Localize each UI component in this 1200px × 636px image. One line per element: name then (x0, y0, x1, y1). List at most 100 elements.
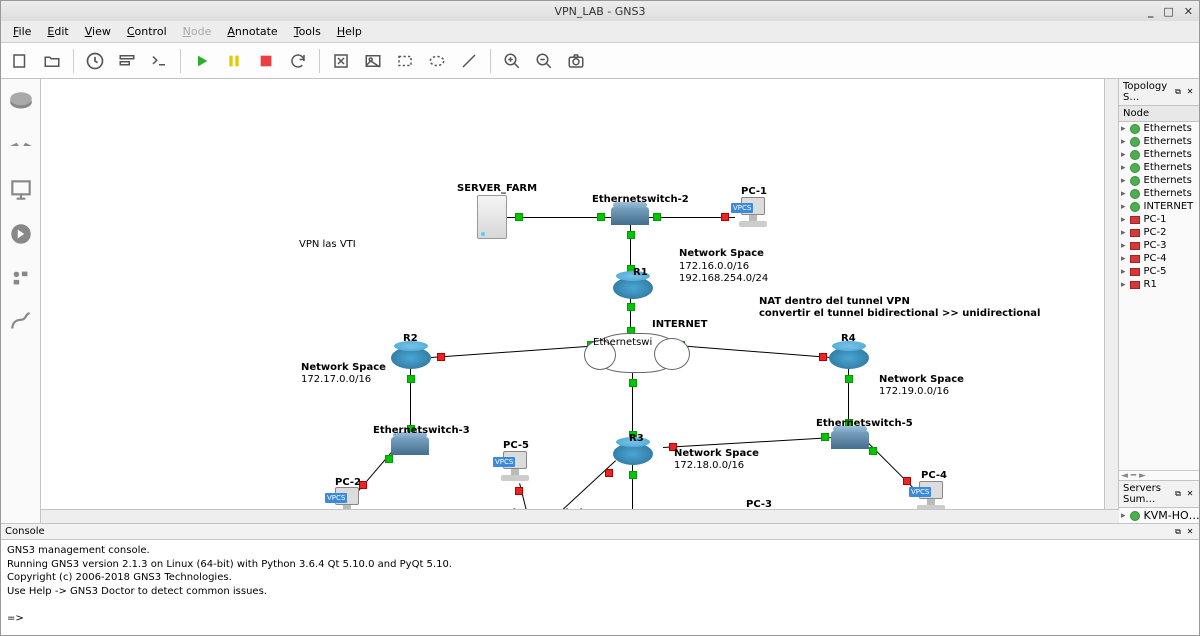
all-devices-button[interactable] (6, 263, 36, 293)
panel-close-icon[interactable]: ✕ (1185, 87, 1195, 97)
open-project-button[interactable] (39, 48, 65, 74)
device-switch[interactable] (391, 437, 429, 455)
screenshot-button[interactable] (563, 48, 589, 74)
add-image-button[interactable] (360, 48, 386, 74)
minimize-button[interactable]: _ (1148, 5, 1154, 18)
add-ellipse-button[interactable] (424, 48, 450, 74)
menu-file[interactable]: File (7, 23, 37, 40)
topology-node-item[interactable]: ▸Ethernets (1119, 187, 1199, 200)
topology-node-list[interactable]: ▸Ethernets▸Ethernets▸Ethernets▸Ethernets… (1119, 122, 1199, 470)
device-vpcs[interactable]: VPCS (329, 487, 365, 509)
topology-link[interactable] (548, 460, 616, 509)
link-port-status (653, 213, 661, 221)
link-port-status (629, 471, 637, 479)
link-port-status (629, 379, 637, 387)
zoom-out-button[interactable] (531, 48, 557, 74)
menu-view[interactable]: View (79, 23, 117, 40)
panel-close-icon[interactable]: ✕ (1185, 489, 1195, 499)
console-output[interactable]: GNS3 management console. Running GNS3 ve… (1, 540, 1199, 635)
panel-close-icon[interactable]: ✕ (1185, 527, 1195, 537)
topology-link[interactable] (663, 437, 834, 448)
device-vpcs[interactable]: VPCS (913, 481, 949, 509)
topology-link[interactable] (632, 463, 633, 509)
topology-node-item[interactable]: ▸R1 (1119, 278, 1199, 291)
menu-control[interactable]: Control (121, 23, 173, 40)
menu-help[interactable]: Help (331, 23, 368, 40)
device-toolbar (1, 79, 41, 523)
canvas-label: Ethernetswitch-6 (501, 508, 598, 509)
server-item[interactable]: ▸KVM-HO… (1119, 508, 1199, 523)
security-devices-button[interactable] (6, 219, 36, 249)
start-all-button[interactable] (189, 48, 215, 74)
servers-summary-title: Servers Sum… (1123, 483, 1173, 505)
link-port-status (597, 213, 605, 221)
show-labels-button[interactable] (114, 48, 140, 74)
topology-node-item[interactable]: ▸Ethernets (1119, 148, 1199, 161)
canvas-label: 172.17.0.0/16 (301, 374, 371, 385)
device-router[interactable] (613, 443, 653, 465)
window-titlebar: VPN_LAB - GNS3 _ □ ✕ (1, 1, 1199, 21)
device-router[interactable] (391, 347, 431, 369)
link-port-status (515, 487, 523, 495)
device-vpcs[interactable]: VPCS (497, 451, 533, 483)
add-link-button[interactable] (6, 307, 36, 337)
new-project-button[interactable] (7, 48, 33, 74)
switches-category-button[interactable] (6, 131, 36, 161)
window-title: VPN_LAB - GNS3 (554, 5, 645, 18)
topology-node-item[interactable]: ▸INTERNET (1119, 200, 1199, 213)
routers-category-button[interactable] (6, 87, 36, 117)
canvas-label: PC-4 (921, 470, 947, 481)
node-column-header: Node (1119, 106, 1199, 122)
canvas-label: 172.19.0.0/16 (879, 386, 949, 397)
device-server[interactable] (477, 195, 507, 239)
pause-all-button[interactable] (221, 48, 247, 74)
device-switch[interactable] (831, 431, 869, 449)
console-button[interactable] (146, 48, 172, 74)
canvas-label: Network Space (301, 362, 386, 373)
topology-node-item[interactable]: ▸Ethernets (1119, 122, 1199, 135)
add-note-button[interactable] (328, 48, 354, 74)
device-switch[interactable] (611, 207, 649, 225)
device-router[interactable] (613, 277, 653, 299)
device-router[interactable] (829, 347, 869, 369)
device-vpcs[interactable]: VPCS (735, 197, 771, 229)
end-devices-category-button[interactable] (6, 175, 36, 205)
panel-hscroll[interactable]: ◄ ━ ► (1119, 470, 1199, 480)
canvas-label: NAT dentro del tunnel VPN (759, 296, 910, 307)
topology-node-item[interactable]: ▸Ethernets (1119, 174, 1199, 187)
stop-all-button[interactable] (253, 48, 279, 74)
panel-undock-icon[interactable]: ⧉ (1173, 489, 1183, 499)
topology-node-item[interactable]: ▸Ethernets (1119, 135, 1199, 148)
link-port-status (845, 375, 853, 383)
canvas-label: PC-5 (503, 440, 529, 451)
zoom-in-button[interactable] (499, 48, 525, 74)
add-rect-button[interactable] (392, 48, 418, 74)
horizontal-scrollbar[interactable] (41, 509, 1119, 523)
topology-node-item[interactable]: ▸PC-4 (1119, 252, 1199, 265)
topology-link[interactable] (431, 345, 601, 358)
topology-canvas[interactable]: VPCSVPCSVPCSVPCSVPCSVPN las VTISERVER_FA… (41, 79, 1119, 509)
menu-edit[interactable]: Edit (41, 23, 74, 40)
vertical-scrollbar[interactable] (1104, 79, 1118, 509)
topology-summary-title: Topology S… (1123, 81, 1173, 103)
topology-node-item[interactable]: ▸PC-5 (1119, 265, 1199, 278)
topology-node-item[interactable]: ▸Ethernets (1119, 161, 1199, 174)
topology-node-item[interactable]: ▸PC-3 (1119, 239, 1199, 252)
topology-link[interactable] (677, 345, 831, 358)
link-port-status (903, 477, 911, 485)
maximize-button[interactable]: □ (1163, 5, 1173, 18)
menu-node: Node (177, 23, 218, 40)
panel-undock-icon[interactable]: ⧉ (1173, 527, 1183, 537)
reload-all-button[interactable] (285, 48, 311, 74)
menu-tools[interactable]: Tools (288, 23, 327, 40)
panel-undock-icon[interactable]: ⧉ (1173, 87, 1183, 97)
add-line-button[interactable] (456, 48, 482, 74)
close-button[interactable]: ✕ (1184, 5, 1193, 18)
topology-node-item[interactable]: ▸PC-2 (1119, 226, 1199, 239)
link-port-status (515, 213, 523, 221)
canvas-label: Ethernetswitch-5 (816, 418, 913, 429)
menu-annotate[interactable]: Annotate (221, 23, 283, 40)
link-port-status (821, 433, 829, 441)
snapshot-button[interactable] (82, 48, 108, 74)
topology-node-item[interactable]: ▸PC-1 (1119, 213, 1199, 226)
